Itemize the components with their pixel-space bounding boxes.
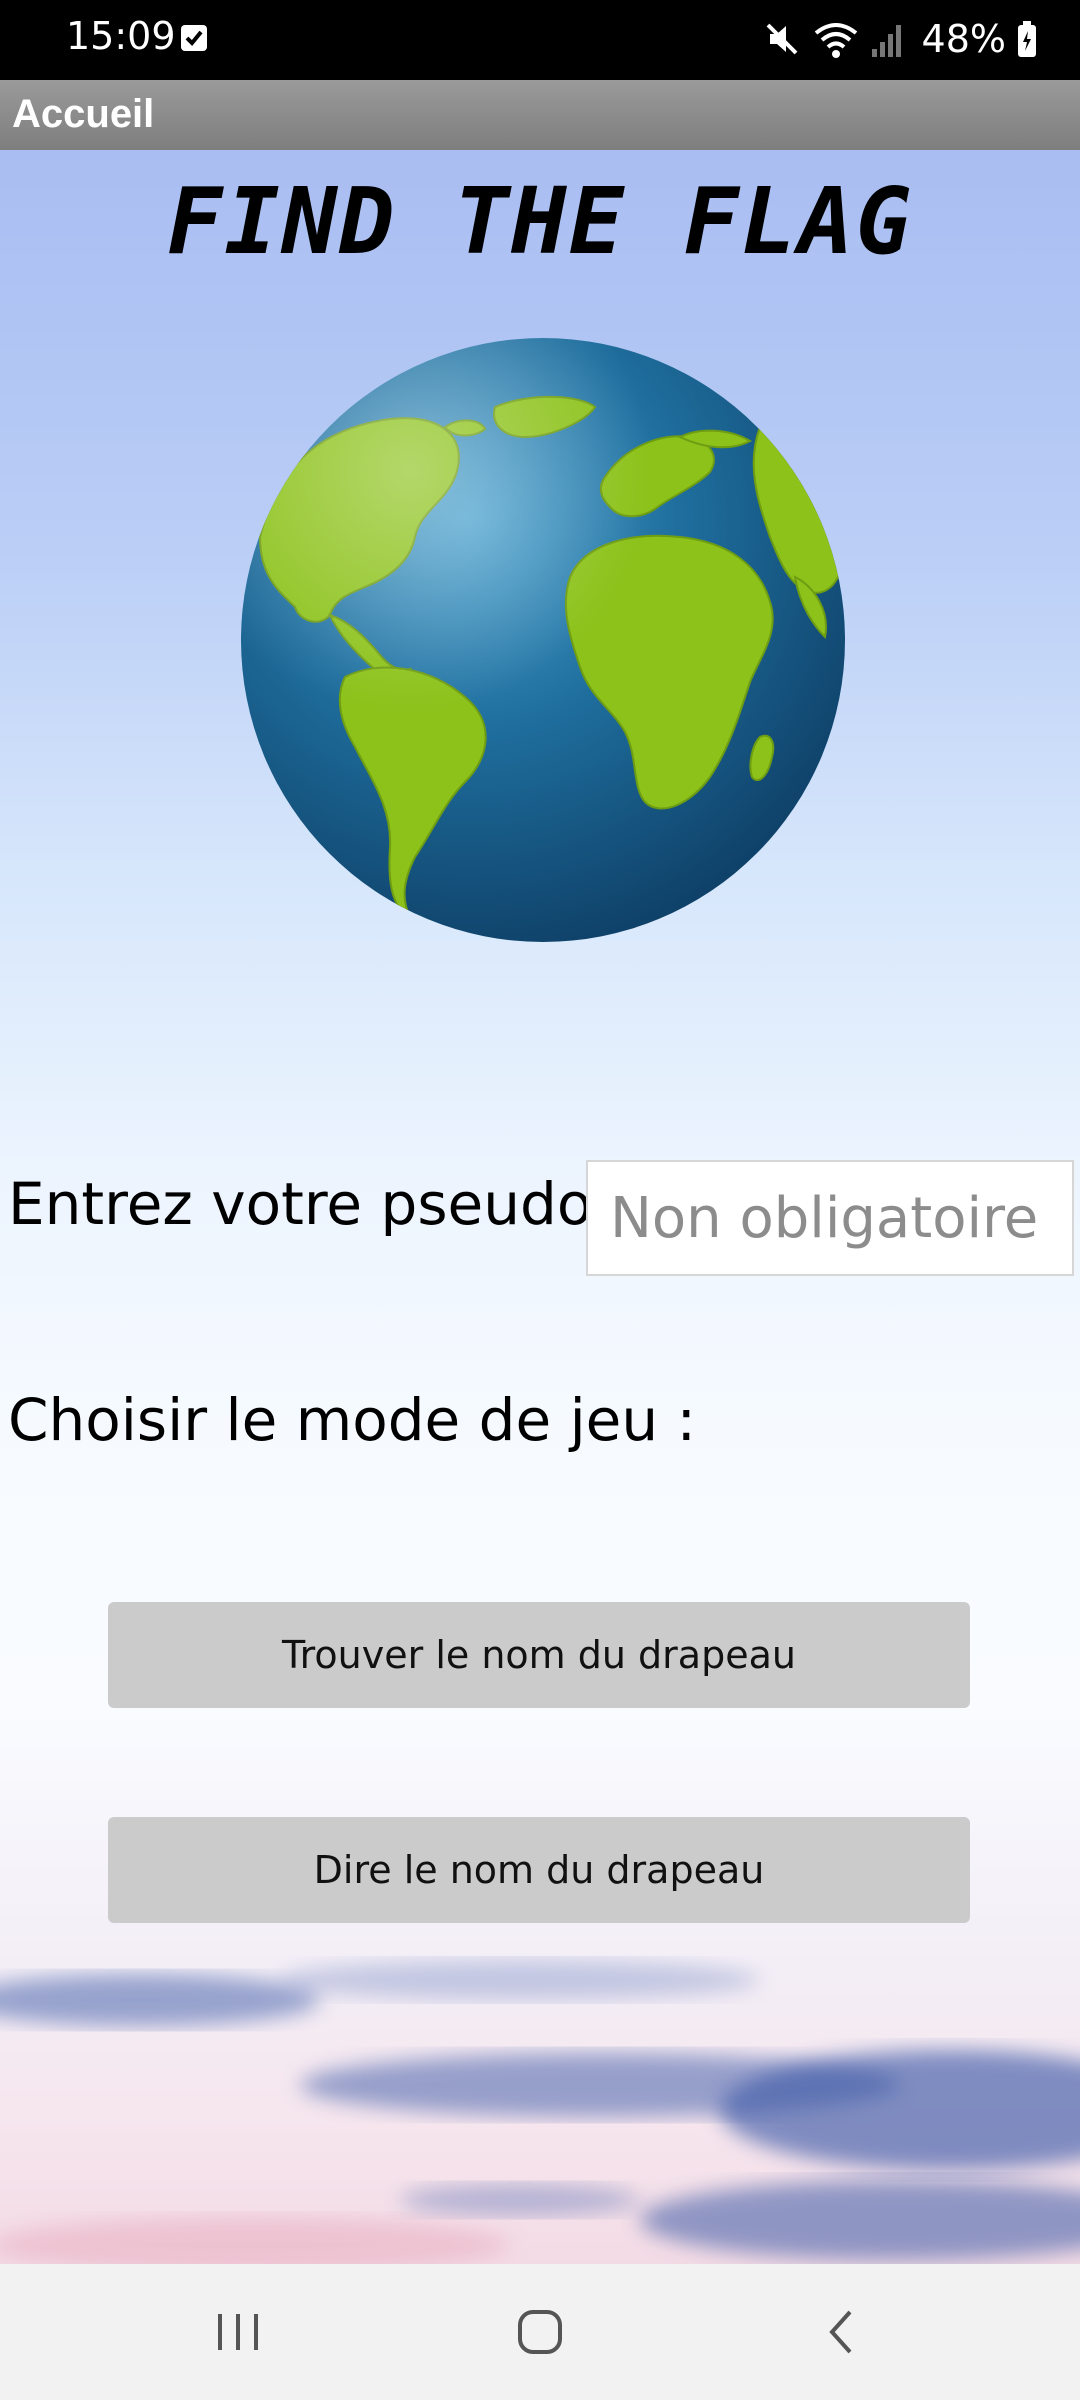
back-icon [829,2310,852,2354]
status-icons: 48% [762,14,1038,64]
battery-icon [1018,21,1036,57]
find-flag-name-button[interactable]: Trouver le nom du drapeau [108,1602,970,1708]
app-bar: Accueil [0,80,1080,152]
wifi-icon [814,23,857,58]
navigation-bar [0,2264,1080,2400]
status-bar: 15:09 48% [0,0,1080,80]
recents-icon [218,2314,258,2350]
signal-icon [871,25,901,57]
home-button[interactable] [480,2292,600,2372]
recents-button[interactable] [178,2292,298,2372]
screen: 15:09 48% Accueil FIND THE FLAG Entrez v… [0,0,1080,2400]
game-title: FIND THE FLAG [166,168,914,275]
game-mode-label: Choisir le mode de jeu : [8,1386,697,1454]
home-icon [518,2310,562,2354]
checkbox-notification-icon [181,25,207,51]
status-time: 15:09 [66,14,176,58]
pseudo-input[interactable] [586,1160,1074,1276]
main-content: FIND THE FLAG Entrez votre pseudo: Non … [0,150,1080,2264]
back-button[interactable] [782,2292,902,2372]
app-bar-title: Accueil [12,92,155,136]
say-flag-name-button[interactable]: Dire le nom du drapeau [108,1817,970,1923]
pseudo-label: Entrez votre pseudo : [8,1170,631,1238]
battery-percent: 48% [921,17,1006,61]
mute-icon [766,23,797,55]
globe-icon [241,338,845,942]
